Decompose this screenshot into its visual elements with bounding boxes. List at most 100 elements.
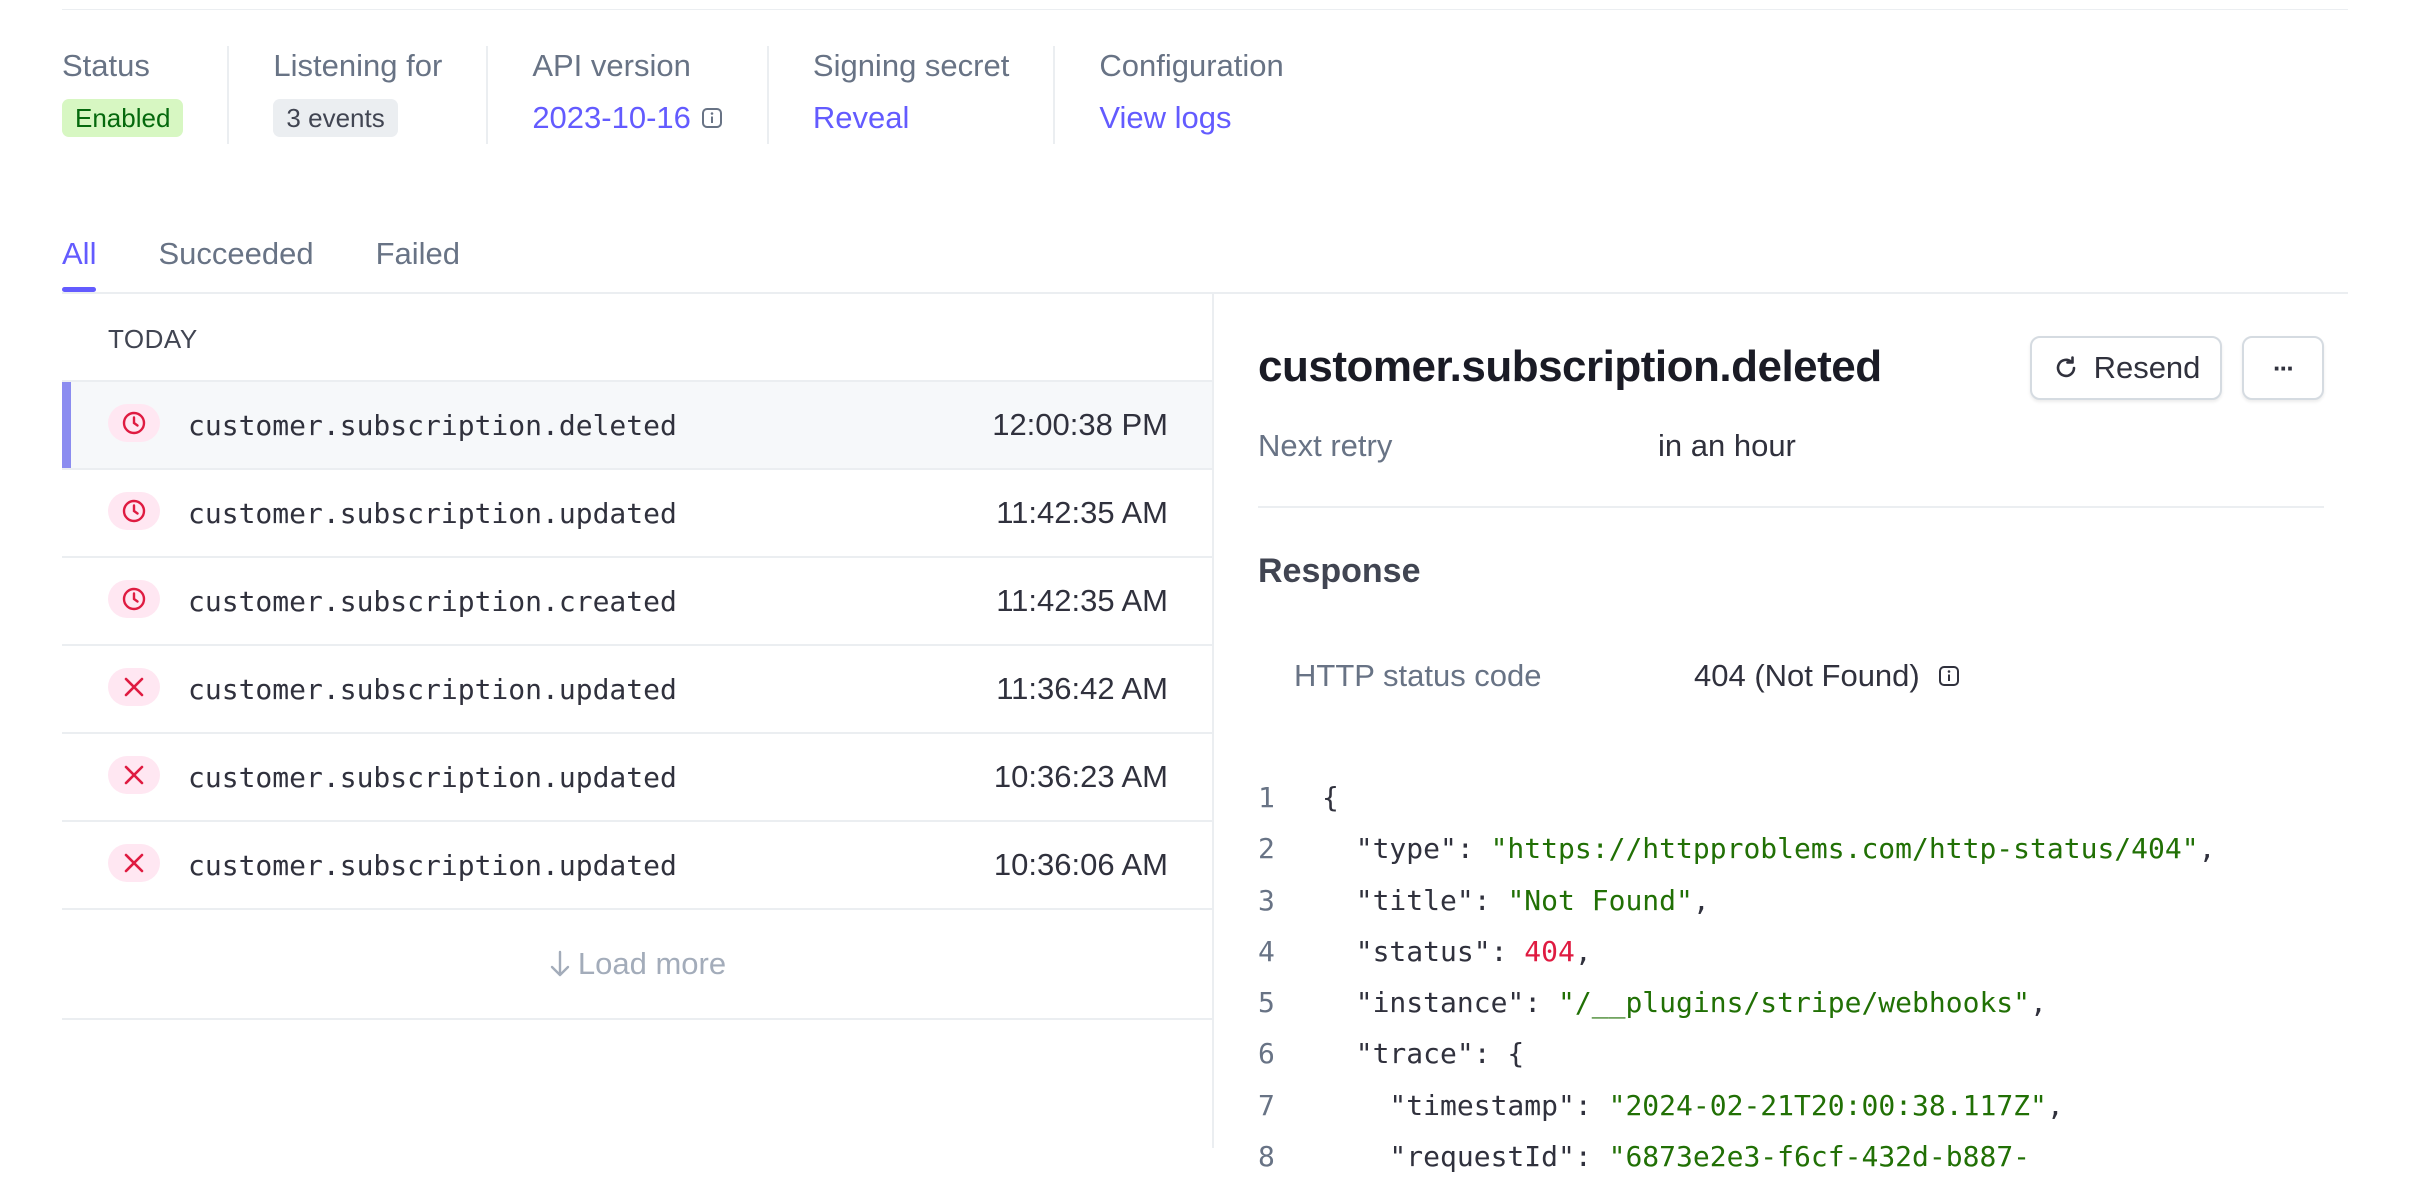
next-retry-label: Next retry	[1258, 428, 1393, 463]
event-row[interactable]: customer.subscription.updated 11:42:35 A…	[62, 468, 1212, 556]
event-type: customer.subscription.updated	[188, 848, 677, 882]
info-icon[interactable]	[701, 107, 723, 129]
configuration-section: Configuration View logs	[1053, 46, 1327, 144]
event-type: customer.subscription.updated	[188, 672, 677, 706]
code-token: "title"	[1322, 883, 1474, 917]
code-token: ,	[2198, 832, 2216, 866]
reveal-secret-link[interactable]: Reveal	[813, 98, 910, 138]
api-version-label: API version	[532, 48, 691, 83]
code-token: ,	[2030, 986, 2047, 1020]
code-line: 2 "type": "https://httpproblems.com/http…	[1258, 823, 2215, 874]
code-token: "timestamp"	[1322, 1088, 1575, 1122]
next-retry-value: in an hour	[1658, 428, 1796, 463]
event-type: customer.subscription.updated	[188, 496, 677, 530]
line-number: 6	[1258, 1037, 1275, 1071]
line-number: 8	[1258, 1140, 1275, 1174]
endpoint-summary: Status Enabled Listening for 3 events AP…	[62, 46, 1328, 146]
api-version-link[interactable]: 2023-10-16	[532, 98, 691, 138]
tab-failed[interactable]: Failed	[376, 228, 460, 292]
load-more-label: Load more	[577, 946, 727, 981]
api-version-section: API version 2023-10-16	[486, 46, 767, 144]
x-icon	[108, 668, 160, 706]
signing-secret-section: Signing secret Reveal	[766, 46, 1053, 144]
listening-section: Listening for 3 events	[227, 46, 486, 144]
code-token: "https://httpproblems.com/http-status/40…	[1490, 832, 2199, 866]
event-time: 11:42:35 AM	[996, 495, 1168, 530]
line-number: 7	[1258, 1088, 1275, 1122]
code-token: :	[1473, 883, 1508, 917]
line-number: 3	[1258, 883, 1275, 917]
code-token: ,	[1574, 934, 1592, 968]
code-token: :	[1456, 832, 1491, 866]
code-token: "2024-02-21T20:00:38.117Z"	[1608, 1088, 2047, 1122]
event-time: 10:36:23 AM	[993, 759, 1168, 794]
code-token: "trace"	[1322, 1037, 1474, 1071]
event-detail-panel: customer.subscription.deleted Resend ···…	[1214, 294, 2348, 1173]
resend-button[interactable]: Resend	[2030, 336, 2222, 400]
line-number: 4	[1258, 934, 1275, 968]
listening-label: Listening for	[273, 48, 443, 83]
event-row[interactable]: customer.subscription.created 11:42:35 A…	[62, 556, 1212, 644]
more-actions-button[interactable]: ···	[2242, 336, 2324, 400]
load-more-button[interactable]: Load more	[62, 908, 1212, 1020]
view-logs-link[interactable]: View logs	[1099, 98, 1231, 138]
detail-title: customer.subscription.deleted	[1258, 342, 1882, 391]
more-icon: ···	[2273, 352, 2295, 383]
event-type: customer.subscription.created	[188, 584, 677, 618]
code-token: :	[1574, 1140, 1609, 1174]
configuration-label: Configuration	[1099, 48, 1284, 83]
code-line: 8 "requestId": "6873e2e3-f6cf-432d-b887-	[1258, 1131, 2215, 1182]
x-icon	[108, 756, 160, 794]
code-token: "instance"	[1322, 986, 1525, 1020]
event-row[interactable]: customer.subscription.deleted 12:00:38 P…	[62, 380, 1212, 468]
response-body-code: 1{2 "type": "https://httpproblems.com/ht…	[1258, 772, 2215, 1182]
code-token: "/__plugins/stripe/webhooks"	[1558, 986, 2031, 1020]
x-icon	[108, 844, 160, 882]
clock-icon	[108, 492, 160, 530]
code-token: "type"	[1322, 832, 1457, 866]
event-time: 10:36:06 AM	[993, 847, 1168, 882]
event-row[interactable]: customer.subscription.updated 10:36:23 A…	[62, 732, 1212, 820]
code-line: 1{	[1258, 772, 2215, 823]
signing-secret-label: Signing secret	[812, 48, 1010, 83]
detail-divider	[1258, 506, 2324, 508]
code-token: "requestId"	[1322, 1140, 1575, 1174]
code-token: :	[1524, 986, 1559, 1020]
code-token: : {	[1473, 1037, 1525, 1071]
events-count-badge[interactable]: 3 events	[273, 99, 398, 137]
line-number: 2	[1258, 832, 1275, 866]
refresh-icon	[2052, 354, 2080, 382]
status-section: Status Enabled	[62, 46, 227, 144]
code-line: 3 "title": "Not Found",	[1258, 875, 2215, 926]
event-time: 11:42:35 AM	[996, 583, 1168, 618]
clock-icon	[108, 404, 160, 442]
code-token: :	[1574, 1088, 1609, 1122]
info-icon[interactable]	[1938, 665, 1960, 687]
top-divider	[62, 9, 2348, 10]
resend-label: Resend	[2093, 350, 2201, 385]
status-label: Status	[62, 48, 150, 83]
code-token: "6873e2e3-f6cf-432d-b887-	[1608, 1140, 2031, 1174]
event-list: customer.subscription.deleted 12:00:38 P…	[62, 380, 1212, 1020]
code-line: 7 "timestamp": "2024-02-21T20:00:38.117Z…	[1258, 1080, 2215, 1131]
line-number: 1	[1258, 781, 1275, 814]
status-badge: Enabled	[62, 99, 184, 137]
http-status-value: 404 (Not Found)	[1694, 658, 1920, 693]
event-row[interactable]: customer.subscription.updated 11:36:42 A…	[62, 644, 1212, 732]
event-time: 11:36:42 AM	[996, 671, 1168, 706]
event-filter-tabs: All Succeeded Failed	[62, 228, 522, 292]
event-row[interactable]: customer.subscription.updated 10:36:06 A…	[62, 820, 1212, 908]
code-line: 5 "instance": "/__plugins/stripe/webhook…	[1258, 977, 2215, 1028]
code-token: ,	[2046, 1088, 2064, 1122]
event-time: 12:00:38 PM	[992, 407, 1168, 442]
code-line: 4 "status": 404,	[1258, 926, 2215, 977]
event-type: customer.subscription.updated	[188, 760, 677, 794]
tab-succeeded[interactable]: Succeeded	[158, 228, 313, 292]
http-status: 404 (Not Found)	[1694, 658, 1960, 694]
code-token: :	[1490, 934, 1525, 968]
tab-all[interactable]: All	[62, 228, 97, 292]
response-heading: Response	[1258, 552, 1421, 590]
http-status-label: HTTP status code	[1294, 658, 1542, 693]
event-list-panel: TODAY customer.subscription.deleted 12:0…	[62, 294, 1212, 1148]
date-group-label: TODAY	[108, 324, 198, 354]
